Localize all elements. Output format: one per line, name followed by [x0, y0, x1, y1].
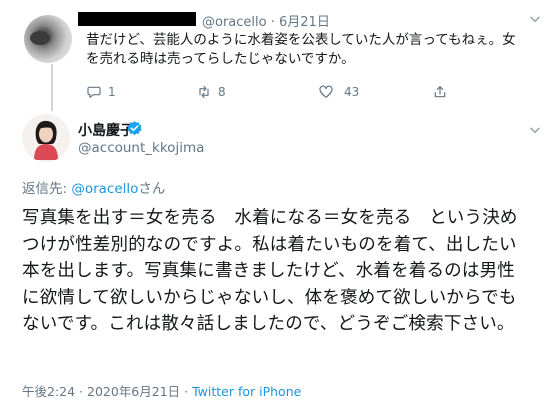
avatar[interactable]	[24, 15, 72, 63]
verified-badge-icon	[127, 121, 142, 136]
share-icon	[434, 86, 446, 98]
retweet-icon	[199, 86, 209, 98]
meta-separator: ·	[180, 384, 193, 399]
tweet-timestamp: 午後2:24 · 2020年6月21日 · Twitter for iPhone	[22, 381, 301, 400]
heart-icon	[319, 85, 333, 98]
replying-to-suffix: さん	[138, 181, 166, 197]
like-count: 43	[344, 85, 360, 99]
meta-separator: ·	[266, 15, 279, 30]
tweet-text: 昔だけど、芸能人のように水着姿を公表していた人が言ってもねぇ。女を売れる時は売っ…	[86, 32, 516, 67]
parent-tweet[interactable]: @oracello · 6月21日 昔だけど、芸能人のように水着姿を公表していた…	[0, 0, 554, 111]
tweet-time[interactable]: 午後2:24	[22, 384, 75, 399]
replying-to: 返信先: @oracelloさん	[22, 177, 165, 197]
tweet-text: 写真集を出す＝女を売る 水着になる＝女を売る という決めつけが性差別的なのですよ…	[22, 208, 518, 334]
tweet-author-meta: @oracello · 6月21日	[202, 11, 330, 30]
meta-separator: ·	[75, 384, 87, 399]
main-tweet: 小島慶子 @account_kkojima 返信先: @oracelloさん 写…	[0, 111, 554, 410]
tweet-date[interactable]: 2020年6月21日	[87, 384, 180, 399]
share-button[interactable]	[432, 84, 448, 100]
retweet-count: 8	[218, 85, 226, 99]
tweet-date[interactable]: 6月21日	[279, 15, 330, 30]
avatar[interactable]	[22, 114, 70, 162]
redacted-display-name	[78, 12, 196, 26]
like-button[interactable]: 43	[318, 84, 359, 100]
chevron-down-icon[interactable]	[528, 123, 542, 137]
reply-count: 1	[108, 85, 116, 99]
author-handle[interactable]: @oracello	[202, 15, 267, 30]
reply-button[interactable]: 1	[86, 84, 116, 100]
tweet-source-link[interactable]: Twitter for iPhone	[192, 384, 301, 399]
replying-to-mention[interactable]: @oracello	[71, 181, 138, 197]
thread-connector-line	[51, 64, 53, 111]
author-handle[interactable]: @account_kkojima	[78, 140, 204, 156]
chevron-down-icon[interactable]	[528, 12, 542, 26]
replying-to-prefix: 返信先:	[22, 181, 72, 197]
retweet-button[interactable]: 8	[196, 84, 226, 100]
reply-icon	[87, 86, 101, 98]
